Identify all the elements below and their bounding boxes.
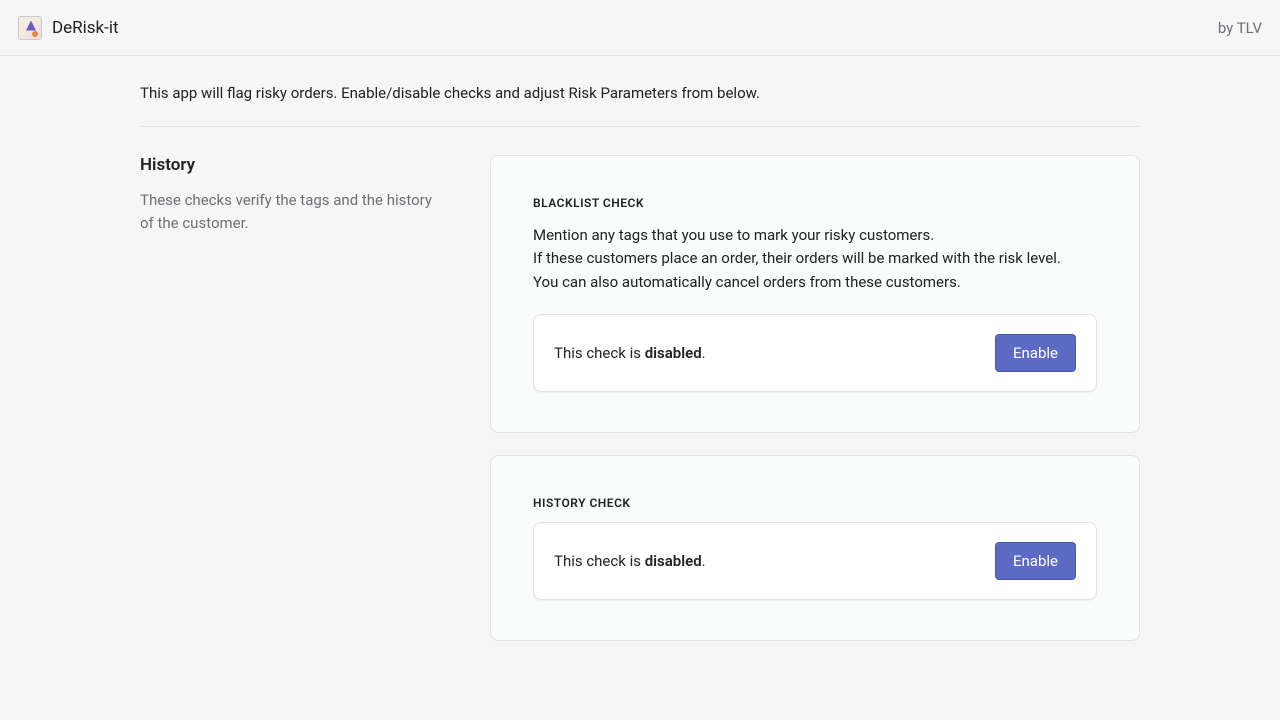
- history-section: History These checks verify the tags and…: [140, 155, 1140, 641]
- blacklist-desc-line3: You can also automatically cancel orders…: [533, 273, 961, 291]
- section-sidebar: History These checks verify the tags and…: [140, 155, 440, 641]
- history-status-text: This check is disabled.: [554, 552, 706, 570]
- blacklist-desc-line1: Mention any tags that you use to mark yo…: [533, 226, 934, 244]
- blacklist-card-description: Mention any tags that you use to mark yo…: [533, 224, 1097, 294]
- history-card-title: HISTORY CHECK: [533, 496, 1097, 510]
- section-description: These checks verify the tags and the his…: [140, 189, 440, 234]
- app-logo-icon: [18, 16, 42, 40]
- blacklist-status-text: This check is disabled.: [554, 344, 706, 362]
- blacklist-status-prefix: This check is: [554, 344, 645, 362]
- intro-text: This app will flag risky orders. Enable/…: [140, 84, 1140, 127]
- topbar-left: DeRisk-it: [18, 16, 119, 40]
- blacklist-status-box: This check is disabled. Enable: [533, 314, 1097, 392]
- history-status-box: This check is disabled. Enable: [533, 522, 1097, 600]
- blacklist-status-state: disabled: [645, 344, 702, 362]
- history-status-prefix: This check is: [554, 552, 645, 570]
- blacklist-enable-button[interactable]: Enable: [995, 334, 1076, 372]
- history-check-card: HISTORY CHECK This check is disabled. En…: [490, 455, 1140, 641]
- section-title: History: [140, 155, 440, 175]
- byline: by TLV: [1218, 19, 1262, 37]
- main-container: This app will flag risky orders. Enable/…: [140, 56, 1140, 669]
- history-status-state: disabled: [645, 552, 702, 570]
- app-title: DeRisk-it: [52, 18, 119, 38]
- blacklist-status-suffix: .: [702, 344, 706, 362]
- blacklist-desc-line2: If these customers place an order, their…: [533, 249, 1061, 267]
- history-status-suffix: .: [702, 552, 706, 570]
- blacklist-card-title: BLACKLIST CHECK: [533, 196, 1097, 210]
- top-bar: DeRisk-it by TLV: [0, 0, 1280, 56]
- blacklist-check-card: BLACKLIST CHECK Mention any tags that yo…: [490, 155, 1140, 433]
- history-enable-button[interactable]: Enable: [995, 542, 1076, 580]
- cards-column: BLACKLIST CHECK Mention any tags that yo…: [490, 155, 1140, 641]
